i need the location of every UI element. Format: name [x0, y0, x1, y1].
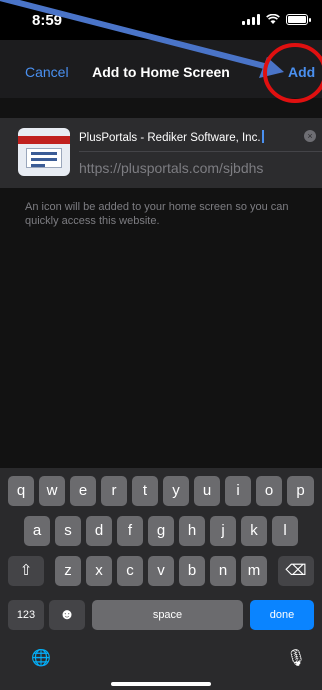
key-m[interactable]: m: [241, 556, 267, 586]
bookmark-name-text: PlusPortals - Rediker Software, Inc.: [79, 132, 261, 144]
key-l[interactable]: l: [272, 516, 298, 546]
key-o[interactable]: o: [256, 476, 282, 506]
status-bar: 8:59: [0, 0, 322, 40]
wifi-icon: [266, 14, 280, 24]
status-time: 8:59: [32, 12, 63, 29]
key-a[interactable]: a: [24, 516, 50, 546]
globe-icon[interactable]: 🌐: [30, 648, 52, 670]
delete-key[interactable]: ⌫: [278, 556, 314, 586]
key-s[interactable]: s: [55, 516, 81, 546]
space-key[interactable]: space: [92, 600, 243, 630]
key-t[interactable]: t: [132, 476, 158, 506]
key-j[interactable]: j: [210, 516, 236, 546]
key-i[interactable]: i: [225, 476, 251, 506]
done-key[interactable]: done: [250, 600, 314, 630]
key-b[interactable]: b: [179, 556, 205, 586]
key-d[interactable]: d: [86, 516, 112, 546]
home-indicator: [111, 682, 211, 686]
key-k[interactable]: k: [241, 516, 267, 546]
key-q[interactable]: q: [8, 476, 34, 506]
add-to-home-screen: 8:59 Add to Home Screen Cancel Add PlusP…: [0, 0, 322, 690]
key-u[interactable]: u: [194, 476, 220, 506]
key-n[interactable]: n: [210, 556, 236, 586]
bookmark-name-field[interactable]: PlusPortals - Rediker Software, Inc.: [79, 130, 289, 144]
description-text: An icon will be added to your home scree…: [25, 201, 289, 227]
key-f[interactable]: f: [117, 516, 143, 546]
field-divider: [79, 151, 322, 152]
form-area: PlusPortals - Rediker Software, Inc. × h…: [0, 98, 322, 468]
microphone-icon[interactable]: 🎙: [285, 648, 307, 670]
key-y[interactable]: y: [163, 476, 189, 506]
bookmark-card: PlusPortals - Rediker Software, Inc. × h…: [0, 118, 322, 188]
key-x[interactable]: x: [86, 556, 112, 586]
key-v[interactable]: v: [148, 556, 174, 586]
key-c[interactable]: c: [117, 556, 143, 586]
nav-bar: Add to Home Screen Cancel Add: [0, 40, 322, 98]
key-r[interactable]: r: [101, 476, 127, 506]
status-icons: [242, 14, 311, 25]
shift-key[interactable]: ⇧: [8, 556, 44, 586]
key-p[interactable]: p: [287, 476, 314, 506]
numbers-key[interactable]: 123: [8, 600, 44, 630]
keyboard: q w e r t y u i o p a s d f g h j k l ⇧ …: [0, 468, 322, 690]
battery-icon: [286, 14, 311, 25]
emoji-key-icon[interactable]: ☻: [49, 600, 85, 630]
key-h[interactable]: h: [179, 516, 205, 546]
text-cursor: [261, 130, 264, 143]
key-w[interactable]: w: [39, 476, 65, 506]
bookmark-url: https://plusportals.com/sjbdhs: [79, 160, 264, 176]
key-e[interactable]: e: [70, 476, 96, 506]
key-z[interactable]: z: [55, 556, 81, 586]
cancel-button[interactable]: Cancel: [25, 64, 69, 80]
site-thumbnail: [18, 128, 70, 176]
add-button[interactable]: Add: [288, 64, 315, 80]
clear-text-icon[interactable]: ×: [304, 130, 316, 142]
key-g[interactable]: g: [148, 516, 174, 546]
signal-icon: [242, 14, 260, 25]
